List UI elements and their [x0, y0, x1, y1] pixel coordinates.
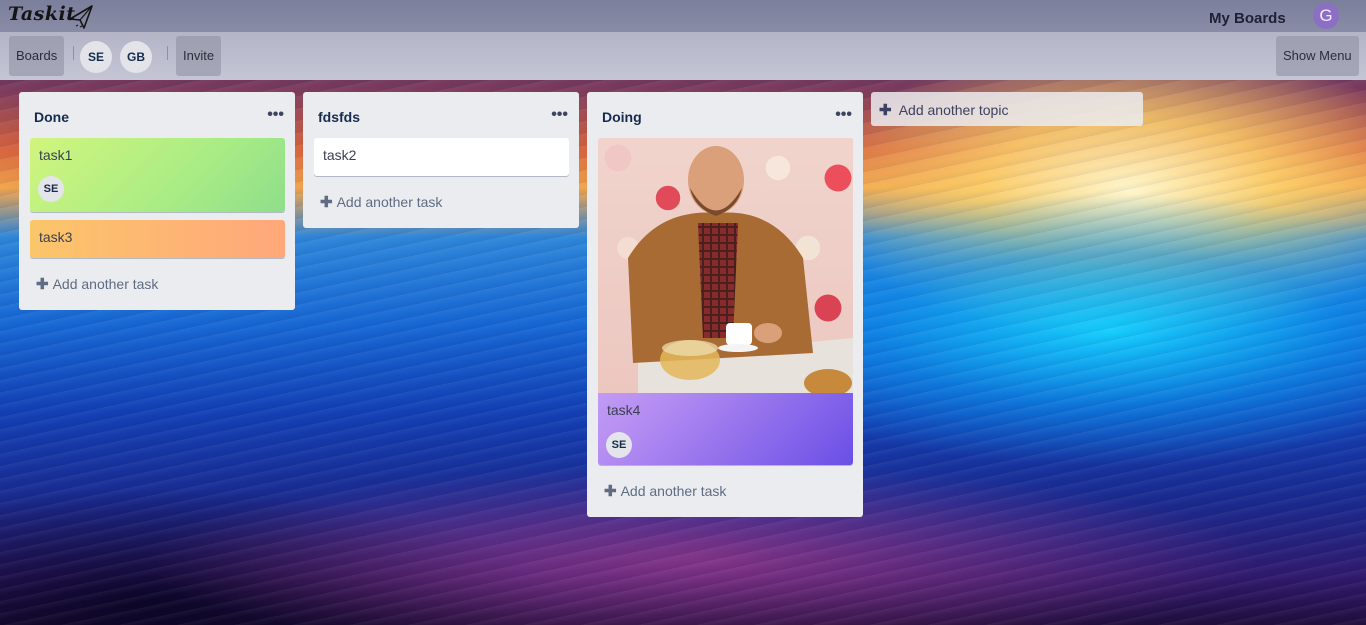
card-title: task1 — [39, 147, 73, 163]
task-card[interactable]: task3 — [30, 220, 285, 258]
plus-icon: ✚ — [604, 483, 617, 500]
photo-illustration — [628, 146, 853, 393]
more-horizontal-icon[interactable]: ••• — [551, 106, 568, 124]
plus-icon: ✚ — [879, 102, 892, 119]
plus-icon: ✚ — [36, 276, 49, 293]
member-avatar-gb[interactable]: GB — [120, 41, 152, 73]
member-avatar-se[interactable]: SE — [80, 41, 112, 73]
boards-button[interactable]: Boards — [9, 36, 65, 76]
paper-plane-icon — [69, 5, 93, 29]
add-task-label: Add another task — [52, 276, 159, 292]
add-task-button[interactable]: ✚ Add another task — [598, 473, 853, 509]
task-card[interactable]: task2 — [314, 138, 569, 176]
logo-text: Taskit — [8, 3, 76, 25]
card-member-avatar[interactable]: SE — [38, 176, 64, 202]
list-header: Doing ••• — [587, 92, 863, 138]
taskit-logo[interactable]: Taskit — [8, 3, 93, 29]
board-header-bar: Boards SE GB Invite Show Menu — [0, 32, 1366, 80]
list-header: fdsfds ••• — [303, 92, 579, 138]
add-task-button[interactable]: ✚ Add another task — [30, 266, 285, 302]
divider — [73, 46, 74, 60]
list-title[interactable]: Done — [34, 109, 69, 125]
more-horizontal-icon[interactable]: ••• — [267, 106, 284, 124]
add-task-label: Add another task — [336, 194, 443, 210]
show-menu-button[interactable]: Show Menu — [1276, 36, 1359, 76]
invite-button[interactable]: Invite — [176, 36, 222, 76]
list-fdsfds: fdsfds ••• task2 ✚ Add another task — [303, 92, 579, 228]
list-header: Done ••• — [19, 92, 295, 138]
add-task-button[interactable]: ✚ Add another task — [314, 184, 569, 220]
list-done: Done ••• task1 SE task3 ✚ Add another ta… — [19, 92, 295, 310]
plus-icon: ✚ — [320, 194, 333, 211]
card-title: task4 — [607, 402, 641, 418]
my-boards-link[interactable]: My Boards — [1209, 10, 1286, 27]
list-title[interactable]: fdsfds — [318, 109, 360, 125]
list-title[interactable]: Doing — [602, 109, 642, 125]
card-title: task3 — [39, 229, 73, 245]
task-card[interactable]: task4 SE — [598, 138, 853, 465]
user-avatar[interactable]: G — [1313, 3, 1339, 29]
list-doing: Doing ••• task4 SE ✚ Add another task — [587, 92, 863, 517]
card-title: task2 — [323, 147, 357, 163]
more-horizontal-icon[interactable]: ••• — [835, 106, 852, 124]
top-navigation-bar: Taskit My Boards G — [0, 0, 1366, 32]
add-topic-button[interactable]: ✚ Add another topic — [871, 92, 1143, 126]
card-cover-photo — [598, 138, 853, 393]
task-card[interactable]: task1 SE — [30, 138, 285, 212]
divider — [167, 46, 168, 60]
card-member-avatar[interactable]: SE — [606, 432, 632, 458]
add-topic-label: Add another topic — [898, 102, 1009, 118]
add-task-label: Add another task — [620, 483, 727, 499]
